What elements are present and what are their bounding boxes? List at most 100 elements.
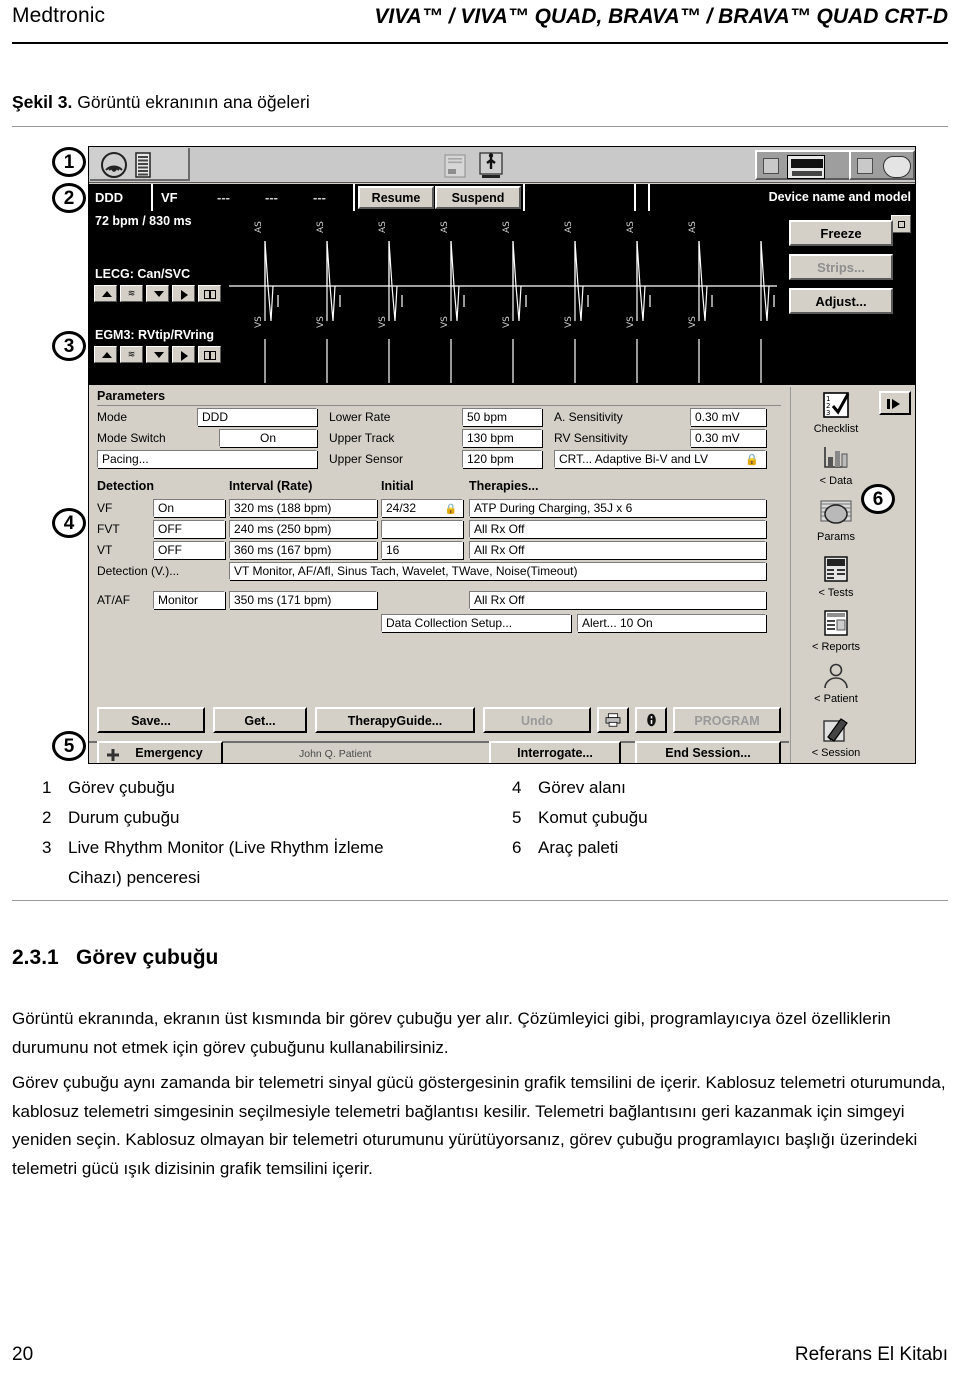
status-mode: DDD	[89, 184, 153, 211]
fvt-interval-field[interactable]: 240 ms (250 bpm)	[229, 520, 377, 538]
rv-sensitivity-field[interactable]: 0.30 mV	[690, 429, 766, 447]
channel1-scale-button[interactable]: ≋	[120, 285, 143, 302]
mode-label: Mode	[97, 410, 128, 424]
figure-caption-text: Görüntü ekranının ana öğeleri	[77, 92, 310, 112]
program-button[interactable]: PROGRAM	[673, 707, 781, 733]
vf-state-field[interactable]: On	[153, 499, 225, 517]
vt-therapy-field[interactable]: All Rx Off	[469, 541, 766, 559]
play-icon	[181, 351, 188, 361]
manual-title: Referans El Kitabı	[794, 1344, 948, 1365]
upper-track-field[interactable]: 130 bpm	[462, 429, 542, 447]
palette-item-tests[interactable]: < Tests	[791, 555, 881, 599]
mode-switch-field[interactable]: On	[219, 429, 317, 447]
legend-number-2: 2	[42, 808, 52, 827]
up-arrow-icon	[102, 291, 112, 297]
end-session-button[interactable]: End Session...	[635, 741, 781, 763]
adjust-button[interactable]: Adjust...	[789, 288, 893, 314]
therapy-guide-button[interactable]: TherapyGuide...	[315, 707, 475, 733]
channel2-up-button[interactable]	[94, 346, 117, 363]
vf-interval-field[interactable]: 320 ms (188 bpm)	[229, 499, 377, 517]
palette-item-patient[interactable]: < Patient	[791, 663, 881, 705]
card-reader-icon[interactable]	[444, 154, 466, 178]
programming-head-group[interactable]	[849, 150, 915, 180]
interrogate-button[interactable]: Interrogate...	[489, 741, 621, 763]
fvt-therapy-field[interactable]: All Rx Off	[469, 520, 766, 538]
legend-text-1: Görev çubuğu	[68, 778, 175, 797]
save-button[interactable]: Save...	[97, 707, 205, 733]
vf-initial-value: 24/32	[386, 501, 417, 515]
telemetry-signal-icon[interactable]	[100, 152, 128, 178]
ecg-waveform: AS AS AS AS AS AS AS AS VS VS VS VS VS V…	[229, 221, 777, 383]
task-area: Parameters Mode DDD Lower Rate 50 bpm A.…	[89, 387, 789, 707]
print-button[interactable]	[597, 707, 629, 733]
telemetry-group[interactable]	[90, 148, 190, 181]
palette-item-session[interactable]: < Session	[791, 715, 881, 759]
resume-button[interactable]: Resume	[358, 186, 434, 209]
checklist-icon: 1 2 3	[823, 392, 850, 418]
ataf-state-field[interactable]: Monitor	[153, 591, 225, 609]
get-button[interactable]: Get...	[213, 707, 307, 733]
battery-icon[interactable]	[134, 152, 152, 178]
channel1-down-button[interactable]	[146, 285, 169, 302]
palette-item-data[interactable]: < Data	[791, 445, 881, 487]
programming-head-icon[interactable]	[883, 156, 911, 178]
palette-item-reports[interactable]: < Reports	[791, 609, 881, 653]
legend-right-column: 4 Görev alanı 5 Komut çubuğu 6 Araç pale…	[512, 778, 912, 868]
a-sensitivity-field[interactable]: 0.30 mV	[690, 408, 766, 426]
channel2-scale-button[interactable]: ≋	[120, 346, 143, 363]
channel1-play-button[interactable]	[172, 285, 195, 302]
detection-v-field[interactable]: VT Monitor, AF/Afl, Sinus Tach, Wavelet,…	[229, 562, 766, 580]
vt-initial-field[interactable]: 16	[381, 541, 463, 559]
vf-zone-label: VF	[97, 501, 113, 515]
lrm-expand-button[interactable]	[891, 215, 911, 233]
emergency-button[interactable]: Emergency	[97, 741, 223, 763]
split-icon	[204, 289, 216, 299]
data-collection-setup-button[interactable]: Data Collection Setup...	[381, 614, 571, 632]
vt-interval-field[interactable]: 360 ms (167 bpm)	[229, 541, 377, 559]
svg-text:VS: VS	[502, 316, 512, 328]
palette-label-reports: < Reports	[812, 641, 860, 653]
undo-button[interactable]: Undo	[483, 707, 591, 733]
fvt-state-field[interactable]: OFF	[153, 520, 225, 538]
callout-3: 3	[52, 331, 86, 361]
usb-icon[interactable]	[478, 152, 504, 180]
device-select-box[interactable]	[763, 158, 779, 174]
ataf-label: AT/AF	[97, 593, 131, 607]
pacing-button[interactable]: Pacing...	[97, 450, 317, 468]
suspend-button[interactable]: Suspend	[435, 186, 521, 209]
channel1-up-button[interactable]	[94, 285, 117, 302]
ataf-interval-field[interactable]: 350 ms (171 bpm)	[229, 591, 377, 609]
upper-sensor-field[interactable]: 120 bpm	[462, 450, 542, 468]
crt-button[interactable]: CRT... Adaptive Bi-V and LV 🔒	[554, 450, 766, 468]
alert-button[interactable]: Alert... 10 On	[577, 614, 766, 632]
svg-text:VS: VS	[688, 316, 698, 328]
channel2-split-button[interactable]	[198, 346, 221, 363]
palette-label-tests: < Tests	[818, 587, 854, 599]
svg-text:AS: AS	[626, 221, 636, 233]
lower-rate-field[interactable]: 50 bpm	[462, 408, 542, 426]
device-display-icon[interactable]	[787, 155, 825, 179]
device-display-group[interactable]	[755, 150, 851, 180]
svg-text:VS: VS	[440, 316, 450, 328]
head-select-box[interactable]	[857, 158, 873, 174]
channel2-down-button[interactable]	[146, 346, 169, 363]
mode-field[interactable]: DDD	[197, 408, 317, 426]
vf-initial-field[interactable]: 24/32 🔒	[381, 499, 463, 517]
channel2-play-button[interactable]	[172, 346, 195, 363]
vt-state-field[interactable]: OFF	[153, 541, 225, 559]
palette-label-session: < Session	[811, 747, 861, 759]
ataf-therapy-field[interactable]: All Rx Off	[469, 591, 766, 609]
lrm-channel-1-label: LECG: Can/SVC	[95, 267, 191, 281]
strips-button[interactable]: Strips...	[789, 254, 893, 280]
fvt-initial-field[interactable]	[381, 520, 463, 538]
info-button[interactable]	[635, 707, 667, 733]
palette-item-checklist[interactable]: 1 2 3 Checklist	[791, 391, 881, 435]
legend-item-3: 3 Live Rhythm Monitor (Live Rhythm İzlem…	[42, 838, 562, 898]
channel1-split-button[interactable]	[198, 285, 221, 302]
vf-therapy-field[interactable]: ATP During Charging, 35J x 6	[469, 499, 766, 517]
fvt-zone-label: FVT	[97, 522, 120, 536]
a-sensitivity-label: A. Sensitivity	[554, 410, 623, 424]
palette-next-button[interactable]	[879, 391, 911, 415]
freeze-button[interactable]: Freeze	[789, 220, 893, 246]
marker-as: AS	[254, 221, 264, 233]
